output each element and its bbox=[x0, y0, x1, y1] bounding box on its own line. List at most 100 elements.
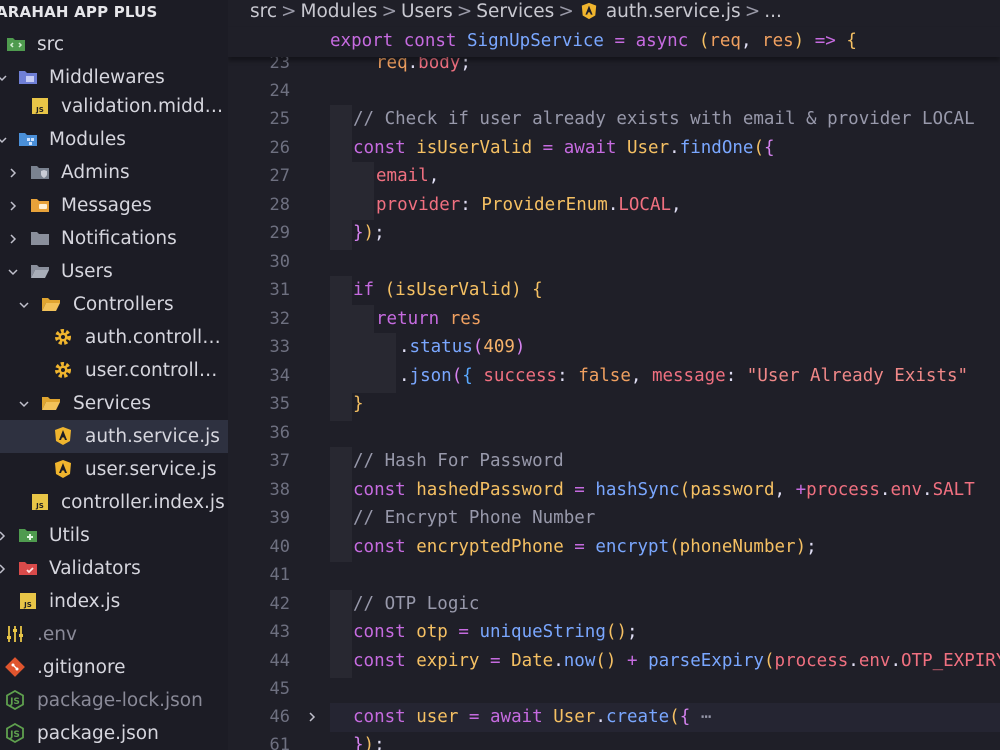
line-number: 30 bbox=[269, 252, 290, 272]
tree-label: Utils bbox=[49, 525, 90, 546]
tree-file-validation-middleware[interactable]: JS validation.middle... bbox=[0, 90, 228, 123]
tree-label: Services bbox=[73, 393, 152, 414]
tree-folder-users[interactable]: Users bbox=[0, 255, 228, 288]
utils-folder-icon bbox=[18, 525, 38, 545]
line-number: 25 bbox=[269, 109, 290, 129]
code-line-34: .json({ success: false, message: "User A… bbox=[399, 366, 969, 386]
chevron-down-icon bbox=[17, 387, 31, 420]
tree-file-user-service[interactable]: user.service.js bbox=[0, 453, 228, 486]
tree-label: Messages bbox=[61, 195, 152, 216]
code-folder-icon bbox=[6, 34, 26, 54]
tree-label: package-lock.json bbox=[37, 690, 203, 711]
tree-folder-messages[interactable]: Messages bbox=[0, 189, 228, 222]
line-number: 28 bbox=[269, 195, 290, 215]
code-line-46: const user = await User.create({ ⋯ bbox=[353, 707, 712, 727]
nodejs-icon: JS bbox=[5, 723, 25, 743]
line-number: 36 bbox=[269, 423, 290, 443]
controllers-folder-icon bbox=[41, 294, 61, 314]
services-folder-icon bbox=[41, 393, 61, 413]
tree-folder-admins[interactable]: Admins bbox=[0, 156, 228, 189]
line-number: 33 bbox=[269, 337, 290, 357]
breadcrumb-item[interactable]: Services bbox=[476, 1, 554, 22]
code-line-38: const hashedPassword = hashSync(password… bbox=[353, 480, 975, 500]
tree-folder-services[interactable]: Services bbox=[0, 387, 228, 420]
code-editor[interactable]: src > Modules > Users > Services > auth.service.… bbox=[228, 0, 1000, 750]
tree-file-env[interactable]: .env bbox=[0, 618, 228, 651]
chevron-right-icon: > bbox=[281, 1, 297, 22]
chevron-right-icon bbox=[0, 519, 9, 552]
code-line-32: return res bbox=[376, 309, 482, 329]
tree-label: user.controller.js bbox=[85, 360, 227, 381]
chevron-down-icon bbox=[0, 123, 9, 156]
line-number: 44 bbox=[269, 651, 290, 671]
tree-file-auth-controller[interactable]: auth.controller... bbox=[0, 321, 228, 354]
line-number: 37 bbox=[269, 451, 290, 471]
chevron-right-icon: > bbox=[558, 1, 574, 22]
tree-file-user-controller[interactable]: user.controller.js bbox=[0, 354, 228, 387]
explorer-sidebar: ARAHAH APP PLUS src Middlewares JS valid… bbox=[0, 0, 228, 750]
svg-text:JS: JS bbox=[23, 601, 32, 609]
fold-chevron-icon[interactable] bbox=[304, 703, 320, 731]
code-comment-42: // OTP Logic bbox=[353, 594, 480, 614]
breadcrumb-more[interactable]: ... bbox=[764, 1, 782, 22]
messages-folder-icon bbox=[30, 195, 50, 215]
tree-folder-utils[interactable]: Utils bbox=[0, 519, 228, 552]
svg-text:JS: JS bbox=[35, 502, 44, 510]
tree-file-package-lock[interactable]: JS package-lock.json bbox=[0, 684, 228, 717]
indent-guide bbox=[330, 276, 352, 421]
tree-label: .env bbox=[37, 624, 77, 645]
tree-file-controller-index[interactable]: JS controller.index.js bbox=[0, 486, 228, 519]
line-number: 26 bbox=[269, 138, 290, 158]
breadcrumb-item[interactable]: Modules bbox=[301, 1, 378, 22]
indent-guide bbox=[330, 590, 352, 678]
chevron-down-icon bbox=[6, 255, 20, 288]
line-number: 35 bbox=[269, 394, 290, 414]
code-line-61: }); bbox=[353, 735, 385, 750]
line-number: 39 bbox=[269, 508, 290, 528]
middleware-folder-icon bbox=[18, 67, 38, 87]
settings-sliders-icon bbox=[5, 624, 25, 644]
service-file-icon bbox=[53, 459, 73, 479]
line-number: 27 bbox=[269, 166, 290, 186]
chevron-right-icon bbox=[6, 222, 20, 255]
code-line-40: const encryptedPhone = encrypt(phoneNumb… bbox=[353, 537, 817, 557]
tree-folder-controllers[interactable]: Controllers bbox=[0, 288, 228, 321]
tree-file-auth-service[interactable]: auth.service.js bbox=[0, 420, 228, 453]
tree-file-gitignore[interactable]: .gitignore bbox=[0, 651, 228, 684]
tree-file-index[interactable]: JS index.js bbox=[0, 585, 228, 618]
tree-label: Admins bbox=[61, 162, 130, 183]
breadcrumb-item[interactable]: Users bbox=[401, 1, 453, 22]
tree-file-package[interactable]: JS package.json bbox=[0, 717, 228, 750]
tree-label: validation.middle... bbox=[61, 96, 225, 117]
validators-folder-icon bbox=[18, 558, 38, 578]
folded-ellipsis: ⋯ bbox=[700, 707, 712, 727]
tree-label: .gitignore bbox=[37, 657, 126, 678]
tree-folder-src[interactable]: src bbox=[0, 28, 228, 61]
line-number: 45 bbox=[269, 679, 290, 699]
line-number: 43 bbox=[269, 622, 290, 642]
chevron-right-icon: > bbox=[381, 1, 397, 22]
sticky-scroll-header[interactable]: export const SignUpService = async (req,… bbox=[228, 27, 1000, 57]
line-number: 41 bbox=[269, 565, 290, 585]
breadcrumb-file[interactable]: auth.service.js bbox=[606, 1, 741, 22]
chevron-right-icon bbox=[6, 189, 20, 222]
code-line-26: const isUserValid = await User.findOne({ bbox=[353, 138, 775, 158]
nodejs-icon: JS bbox=[5, 690, 25, 710]
line-number: 32 bbox=[269, 309, 290, 329]
modules-folder-icon bbox=[18, 129, 38, 149]
git-icon bbox=[5, 657, 25, 677]
code-line-31: if (isUserValid) { bbox=[353, 280, 543, 300]
js-file-icon: JS bbox=[18, 591, 38, 611]
tree-folder-validators[interactable]: Validators bbox=[0, 552, 228, 585]
code-line-43: const otp = uniqueString(); bbox=[353, 622, 638, 642]
indent-guide bbox=[330, 447, 352, 562]
code-comment-25: // Check if user already exists with ema… bbox=[353, 109, 975, 129]
tree-folder-notifications[interactable]: Notifications bbox=[0, 222, 228, 255]
line-number: 24 bbox=[269, 81, 290, 101]
breadcrumb: src > Modules > Users > Services > auth.service.… bbox=[250, 0, 782, 24]
chevron-right-icon bbox=[0, 552, 9, 585]
tree-folder-modules[interactable]: Modules bbox=[0, 123, 228, 156]
line-number: 29 bbox=[269, 223, 290, 243]
breadcrumb-item[interactable]: src bbox=[250, 1, 277, 22]
line-number: 42 bbox=[269, 594, 290, 614]
